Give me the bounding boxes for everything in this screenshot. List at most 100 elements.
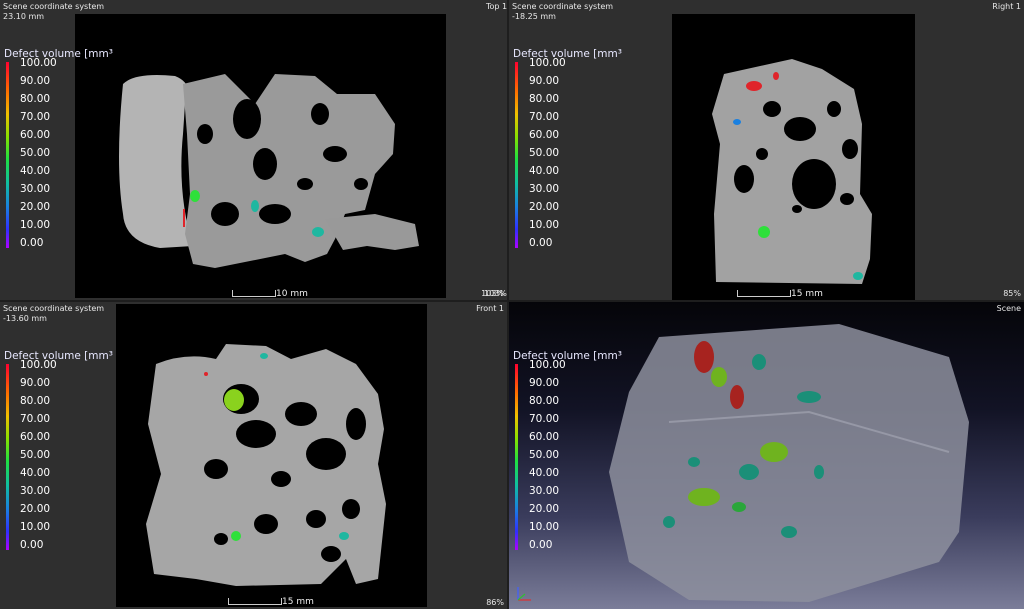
legend-tick: 0.00 — [20, 237, 44, 249]
front-view-slice-image[interactable] — [116, 304, 427, 607]
legend-tick: 40.00 — [529, 467, 560, 479]
legend-tick: 100.00 — [529, 57, 566, 69]
right-scale-bar — [737, 290, 791, 297]
scene-defect-teal-1 — [752, 354, 766, 370]
legend-tick: 70.00 — [20, 111, 51, 123]
scene-defect-red-2 — [730, 385, 744, 409]
right-scale-label: 15 mm — [791, 289, 823, 299]
right-defect-red-2 — [773, 72, 779, 80]
top-zoom-level: 103% — [484, 289, 507, 298]
scene-defect-lime-3 — [688, 488, 720, 506]
right-defect-red — [746, 81, 762, 91]
legend-tick: 80.00 — [529, 395, 560, 407]
legend-tick: 60.00 — [529, 129, 560, 141]
legend-tick: 50.00 — [20, 449, 51, 461]
legend-tick: 0.00 — [20, 539, 44, 551]
front-scale-bar — [228, 598, 282, 605]
front-defect-red — [204, 372, 208, 376]
legend-tick: 90.00 — [529, 377, 560, 389]
legend-tick: 0.00 — [529, 237, 553, 249]
legend-tick: 30.00 — [20, 183, 51, 195]
top-coord-system: Scene coordinate system — [3, 2, 105, 11]
top-scale-bar — [232, 290, 276, 297]
right-view-panel[interactable]: Scene coordinate system -18.25 mm Right … — [509, 0, 1024, 300]
legend-tick: 100.00 — [20, 57, 57, 69]
front-coord-system: Scene coordinate system — [3, 304, 105, 313]
legend-tick: 60.00 — [20, 431, 51, 443]
front-view-name: Front 1 — [476, 304, 504, 313]
front-defect-lime — [224, 389, 244, 411]
front-zoom-level: 86% — [486, 598, 504, 607]
right-view-name: Right 1 — [992, 2, 1021, 11]
legend-tick: 30.00 — [529, 485, 560, 497]
right-view-slice-image[interactable] — [672, 14, 915, 300]
scene-defect-red-1 — [694, 341, 714, 373]
right-slice-position: -18.25 mm — [512, 12, 556, 21]
top-slice-graphic — [119, 74, 419, 268]
scene-defect-teal-6 — [781, 526, 797, 538]
legend-colorbar — [515, 364, 518, 550]
legend-tick: 10.00 — [20, 219, 51, 231]
legend-tick: 10.00 — [20, 521, 51, 533]
front-defect-green — [231, 531, 241, 541]
top-defect-teal-1 — [251, 200, 259, 212]
legend-tick: 30.00 — [529, 183, 560, 195]
legend-tick: 80.00 — [529, 93, 560, 105]
legend-tick: 70.00 — [529, 111, 560, 123]
legend-tick: 40.00 — [529, 165, 560, 177]
legend-colorbar — [6, 364, 9, 550]
scene-defect-lime-2 — [760, 442, 788, 462]
scene-view-name: Scene — [996, 304, 1021, 313]
scene-defect-teal-5 — [814, 465, 824, 479]
scene-defect-green — [732, 502, 746, 512]
front-scale-label: 15 mm — [282, 597, 314, 607]
legend-tick: 20.00 — [20, 201, 51, 213]
legend-colorbar — [6, 62, 9, 248]
right-view-info: Scene coordinate system -18.25 mm — [512, 2, 613, 22]
right-legend: Defect volume [mm³ 100.00 90.00 80.00 70… — [513, 48, 623, 258]
right-defect-blue — [733, 119, 741, 125]
front-view-panel[interactable]: Scene coordinate system -13.60 mm Front … — [0, 302, 507, 609]
legend-tick: 40.00 — [20, 165, 51, 177]
scene-defect-teal-7 — [688, 457, 700, 467]
legend-tick: 50.00 — [529, 449, 560, 461]
legend-tick: 60.00 — [529, 431, 560, 443]
legend-tick: 90.00 — [20, 377, 51, 389]
top-view-slice-image[interactable] — [75, 14, 446, 298]
top-view-panel[interactable]: Scene coordinate system 23.10 mm Defect … — [0, 0, 507, 300]
legend-tick: 70.00 — [529, 413, 560, 425]
legend-tick: 100.00 — [20, 359, 57, 371]
scene-defect-teal-3 — [739, 464, 759, 480]
legend-tick: 10.00 — [529, 219, 560, 231]
right-defect-green — [758, 226, 770, 238]
legend-tick: 80.00 — [20, 395, 51, 407]
legend-tick: 20.00 — [529, 201, 560, 213]
legend-tick: 50.00 — [529, 147, 560, 159]
front-slice-position: -13.60 mm — [3, 314, 47, 323]
legend-tick: 20.00 — [20, 503, 51, 515]
top-defect-green — [190, 190, 200, 202]
scene-legend: Defect volume [mm³ 100.00 90.00 80.00 70… — [513, 350, 623, 560]
right-zoom-level: 85% — [1003, 289, 1021, 298]
legend-tick: 0.00 — [529, 539, 553, 551]
legend-colorbar — [515, 62, 518, 248]
legend-tick: 30.00 — [20, 485, 51, 497]
front-slice-graphic — [146, 344, 386, 586]
legend-tick: 60.00 — [20, 129, 51, 141]
legend-tick: 20.00 — [529, 503, 560, 515]
front-view-info: Scene coordinate system -13.60 mm — [3, 304, 104, 324]
top-legend: Defect volume [mm³ 100.00 90.00 80.00 70… — [4, 48, 114, 258]
scene-defect-lime-1 — [711, 367, 727, 387]
axis-triad-icon — [515, 583, 535, 603]
legend-tick: 80.00 — [20, 93, 51, 105]
top-defect-red — [183, 209, 185, 227]
legend-tick: 90.00 — [529, 75, 560, 87]
scene-3d-panel[interactable]: Scene Defect volume [mm³ 100.00 90.00 80… — [509, 302, 1024, 609]
front-defect-teal-2 — [260, 353, 268, 359]
top-slice-position: 23.10 mm — [3, 12, 45, 21]
legend-tick: 90.00 — [20, 75, 51, 87]
front-legend: Defect volume [mm³ 100.00 90.00 80.00 70… — [4, 350, 114, 560]
legend-tick: 10.00 — [529, 521, 560, 533]
right-slice-graphic — [712, 59, 872, 284]
top-view-name: Top 1 — [486, 2, 508, 11]
